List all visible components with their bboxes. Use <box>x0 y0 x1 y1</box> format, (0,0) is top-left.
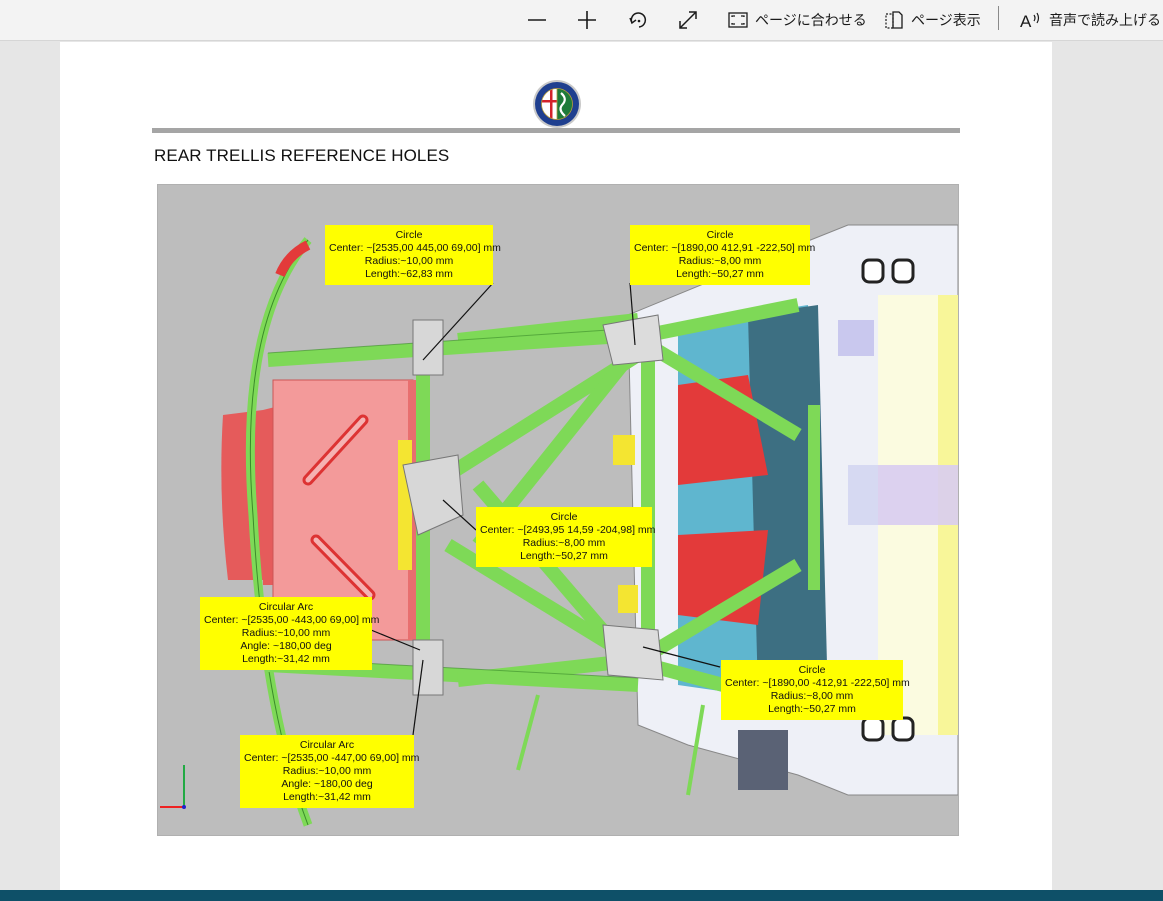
callout-line: Length:~62,83 mm <box>365 268 453 280</box>
callout-line: Angle: ~180,00 deg <box>281 778 373 790</box>
fit-page-button[interactable]: ページに合わせる <box>727 0 867 40</box>
callout-line: Radius:~8,00 mm <box>522 537 606 549</box>
callout-line: Radius:~10,00 mm <box>364 255 454 267</box>
read-aloud-label: 音声で読み上げる <box>1049 12 1161 28</box>
svg-text:A: A <box>1020 12 1032 31</box>
callout-line: Center: ~[2535,00 445,00 69,00] mm <box>329 242 501 254</box>
callout-line: Length:~50,27 mm <box>676 268 764 280</box>
section-title: REAR TRELLIS REFERENCE HOLES <box>154 146 450 165</box>
fullscreen-button[interactable] <box>677 0 699 40</box>
expand-icon <box>679 11 697 29</box>
callout-title: Circle <box>550 511 578 523</box>
taskbar-strip <box>0 890 1163 901</box>
callout-line: Angle: ~180,00 deg <box>240 640 332 652</box>
fit-page-icon <box>728 12 748 28</box>
callout-arc-1: Circular Arc Center: ~[2535,00 -443,00 6… <box>200 597 380 670</box>
page-view-label: ページ表示 <box>911 12 981 28</box>
callout-line: Center: ~[2493,95 14,59 -204,98] mm <box>480 524 656 536</box>
callout-line: Length:~31,42 mm <box>283 791 371 803</box>
plus-icon <box>578 11 596 29</box>
page-view-button[interactable]: ページ表示 <box>883 0 981 40</box>
callout-circle-2: Circle Center: ~[1890,00 412,91 -222,50]… <box>630 225 816 285</box>
callout-title: Circular Arc <box>258 601 314 613</box>
callout-circle-4: Circle Center: ~[1890,00 -412,91 -222,50… <box>721 660 910 720</box>
callout-title: Circle <box>395 229 423 241</box>
toolbar-divider <box>998 6 999 30</box>
callout-line: Center: ~[1890,00 -412,91 -222,50] mm <box>725 677 910 689</box>
chassis-figure: Circle Center: ~[2535,00 445,00 69,00] m… <box>157 184 959 836</box>
callout-line: Center: ~[2535,00 -447,00 69,00] mm <box>244 752 420 764</box>
callout-line: Center: ~[1890,00 412,91 -222,50] mm <box>634 242 816 254</box>
header-rule <box>152 128 960 133</box>
callout-line: Center: ~[2535,00 -443,00 69,00] mm <box>204 614 380 626</box>
zoom-in-button[interactable] <box>576 0 598 40</box>
callout-line: Radius:~10,00 mm <box>241 627 331 639</box>
callout-line: Length:~50,27 mm <box>520 550 608 562</box>
alfa-romeo-logo <box>533 80 581 128</box>
read-aloud-button[interactable]: A 音声で読み上げる <box>1019 0 1161 40</box>
callout-circle-1: Circle Center: ~[2535,00 445,00 69,00] m… <box>325 225 501 285</box>
page-view-icon <box>885 11 903 29</box>
callout-title: Circle <box>706 229 734 241</box>
callout-line: Radius:~8,00 mm <box>770 690 854 702</box>
pdf-page: REAR TRELLIS REFERENCE HOLES Circle Cent… <box>60 42 1052 890</box>
callout-line: Length:~31,42 mm <box>242 653 330 665</box>
callout-title: Circular Arc <box>299 739 355 751</box>
callout-line: Radius:~8,00 mm <box>678 255 762 267</box>
fit-page-label: ページに合わせる <box>755 12 867 28</box>
callout-arc-2: Circular Arc Center: ~[2535,00 -447,00 6… <box>240 735 420 808</box>
callout-title: Circle <box>798 664 826 676</box>
callout-circle-3: Circle Center: ~[2493,95 14,59 -204,98] … <box>476 507 656 567</box>
minus-icon <box>528 19 546 21</box>
pdf-toolbar: ページに合わせる ページ表示 A 音声で読み上げる <box>0 0 1163 41</box>
zoom-out-button[interactable] <box>526 0 548 40</box>
rotate-icon <box>629 12 647 28</box>
read-aloud-icon: A <box>1020 12 1040 31</box>
rotate-button[interactable] <box>627 0 649 40</box>
callout-line: Radius:~10,00 mm <box>282 765 372 777</box>
callout-line: Length:~50,27 mm <box>768 703 856 715</box>
